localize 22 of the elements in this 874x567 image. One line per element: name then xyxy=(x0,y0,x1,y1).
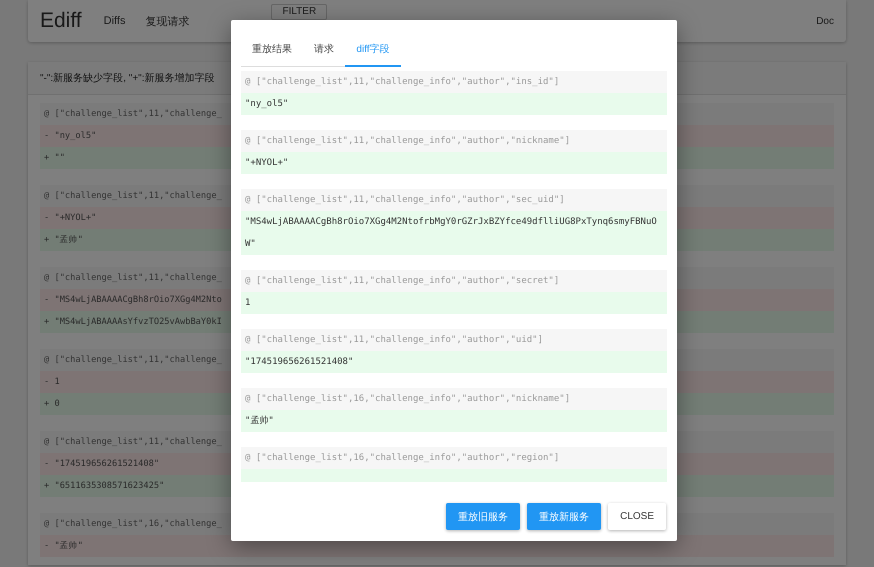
tab[interactable]: diff字段 xyxy=(345,36,401,67)
field-value: 1 xyxy=(241,292,667,314)
field-path: @ ["challenge_list",16,"challenge_info","author","region"] xyxy=(241,447,667,469)
replay-button[interactable]: 重放旧服务 xyxy=(446,503,520,530)
app-title: Ediff xyxy=(40,9,82,33)
field-path: @ ["challenge_list",11,"challenge_info","author","ins_id"] xyxy=(241,71,667,93)
nav-link[interactable]: Diffs xyxy=(104,15,126,27)
field-path: @ ["challenge_list",11,"challenge_info","author","nickname"] xyxy=(241,130,667,152)
field-value: "174519656261521408" xyxy=(241,351,667,373)
field-value: "MS4wLjABAAAACgBh8rOio7XGg4M2NtofrbMgY0rGZrJxBZYfce49dflliUG8PxTynq6smyFBNuOW" xyxy=(241,211,667,255)
field-path: @ ["challenge_list",11,"challenge_info","author","uid"] xyxy=(241,329,667,351)
field-path: @ ["challenge_list",16,"challenge_info","author","nickname"] xyxy=(241,388,667,410)
replay-button[interactable]: 重放新服务 xyxy=(527,503,602,530)
doc-link[interactable]: Doc xyxy=(816,16,834,26)
field-path: @ ["challenge_list",11,"challenge_info","author","secret"] xyxy=(241,270,667,292)
close-button[interactable]: CLOSE xyxy=(608,503,666,530)
field-value: "孟帅" xyxy=(241,410,667,432)
nav-link[interactable]: 复现请求 xyxy=(145,14,190,28)
filter-button[interactable]: FILTER xyxy=(271,4,328,20)
field-value: "+NYOL+" xyxy=(241,152,667,174)
field-path: @ ["challenge_list",11,"challenge_info","author","sec_uid"] xyxy=(241,189,667,211)
field-value: "ny_ol5" xyxy=(241,93,667,115)
